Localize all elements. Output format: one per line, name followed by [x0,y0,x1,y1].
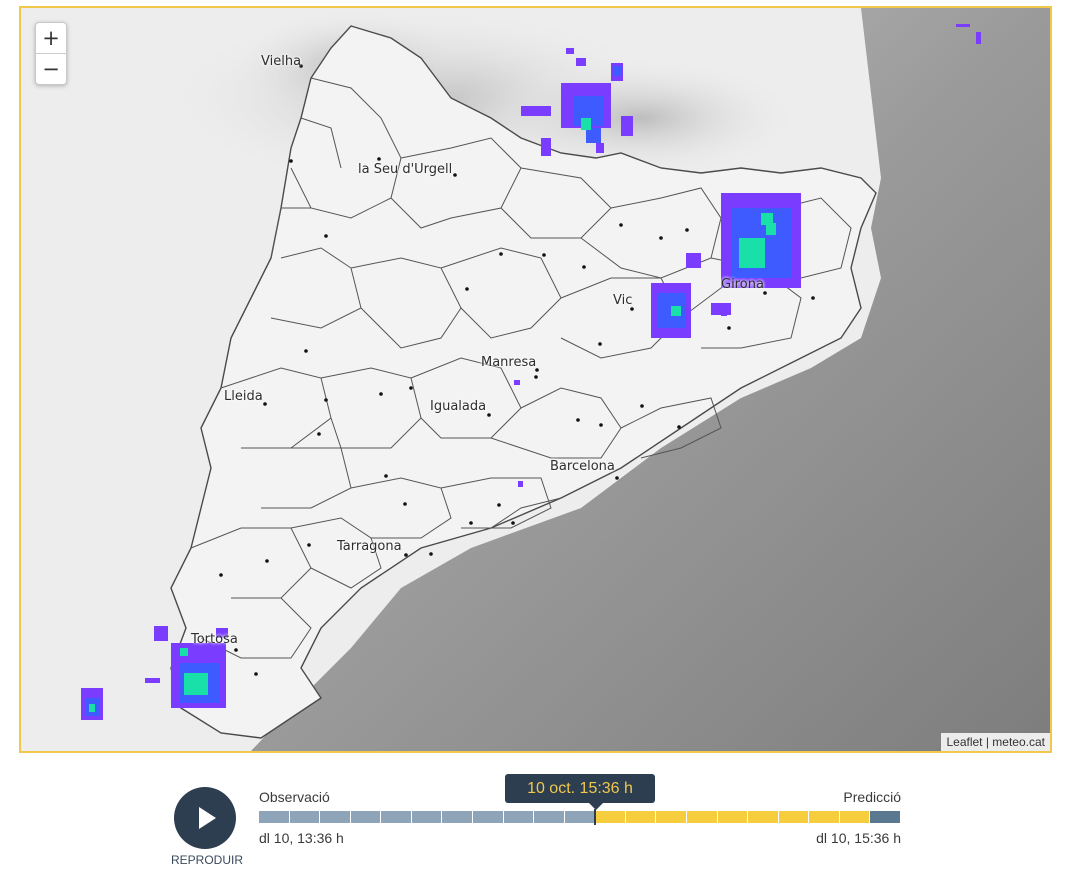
timeline-step[interactable] [809,811,839,823]
city-label-barcelona: Barcelona [550,459,615,474]
timeline-step[interactable] [289,811,320,823]
city-label-manresa: Manresa [481,355,537,370]
zoom-control: + − [35,22,67,85]
prediction-label: Predicció [843,789,901,805]
observation-label: Observació [259,789,330,805]
city-label-vic: Vic [613,293,633,308]
zoom-in-button[interactable]: + [36,23,66,53]
timeline-step[interactable] [259,811,289,823]
city-label-igualada: Igualada [430,399,487,414]
play-button[interactable] [174,787,236,849]
timeline-step[interactable] [534,811,564,823]
map-tiles [21,8,1050,751]
timeline-step[interactable] [381,811,411,823]
timeline-current-marker[interactable] [594,809,597,825]
play-label: REPRODUIR [170,853,243,867]
timeline-step[interactable] [411,811,442,823]
city-label-tortosa: Tortosa [191,632,238,647]
radar-map[interactable]: + − Vielha la Seu d'Urgell Vic Girona Ma… [19,6,1052,753]
play-icon [199,807,216,829]
timeline-step[interactable] [748,811,778,823]
timeline-step[interactable] [870,811,900,823]
city-label-tarragona: Tarragona [337,539,402,554]
timeline-step[interactable] [595,811,625,823]
city-label-lleida: Lleida [224,389,263,404]
timeline-step[interactable] [350,811,381,823]
city-label-seu-urgell: la Seu d'Urgell [358,162,453,177]
zoom-out-button[interactable]: − [36,53,66,84]
timeline-step[interactable] [503,811,534,823]
end-time-label: dl 10, 15:36 h [816,830,901,846]
attribution-separator: | [982,735,993,749]
timeline-step[interactable] [320,811,350,823]
leaflet-link[interactable]: Leaflet [946,735,982,749]
city-label-vielha: Vielha [261,54,302,69]
timeline-step[interactable] [717,811,748,823]
map-attribution: Leaflet | meteo.cat [941,733,1050,751]
meteocat-link[interactable]: meteo.cat [992,735,1045,749]
timeline-step[interactable] [625,811,656,823]
timeline-step[interactable] [442,811,472,823]
timeline-step[interactable] [839,811,870,823]
city-label-girona: Girona [721,277,764,292]
timeline-step[interactable] [564,811,595,823]
timeline-track[interactable] [259,809,901,825]
start-time-label: dl 10, 13:36 h [259,830,344,846]
current-time-tooltip: 10 oct. 15:36 h [505,774,655,810]
timeline-step[interactable] [473,811,503,823]
timeline-step[interactable] [656,811,686,823]
timeline-step[interactable] [778,811,809,823]
radar-player: REPRODUIR Observació Predicció 10 oct. 1… [0,760,1065,886]
timeline-step[interactable] [687,811,717,823]
